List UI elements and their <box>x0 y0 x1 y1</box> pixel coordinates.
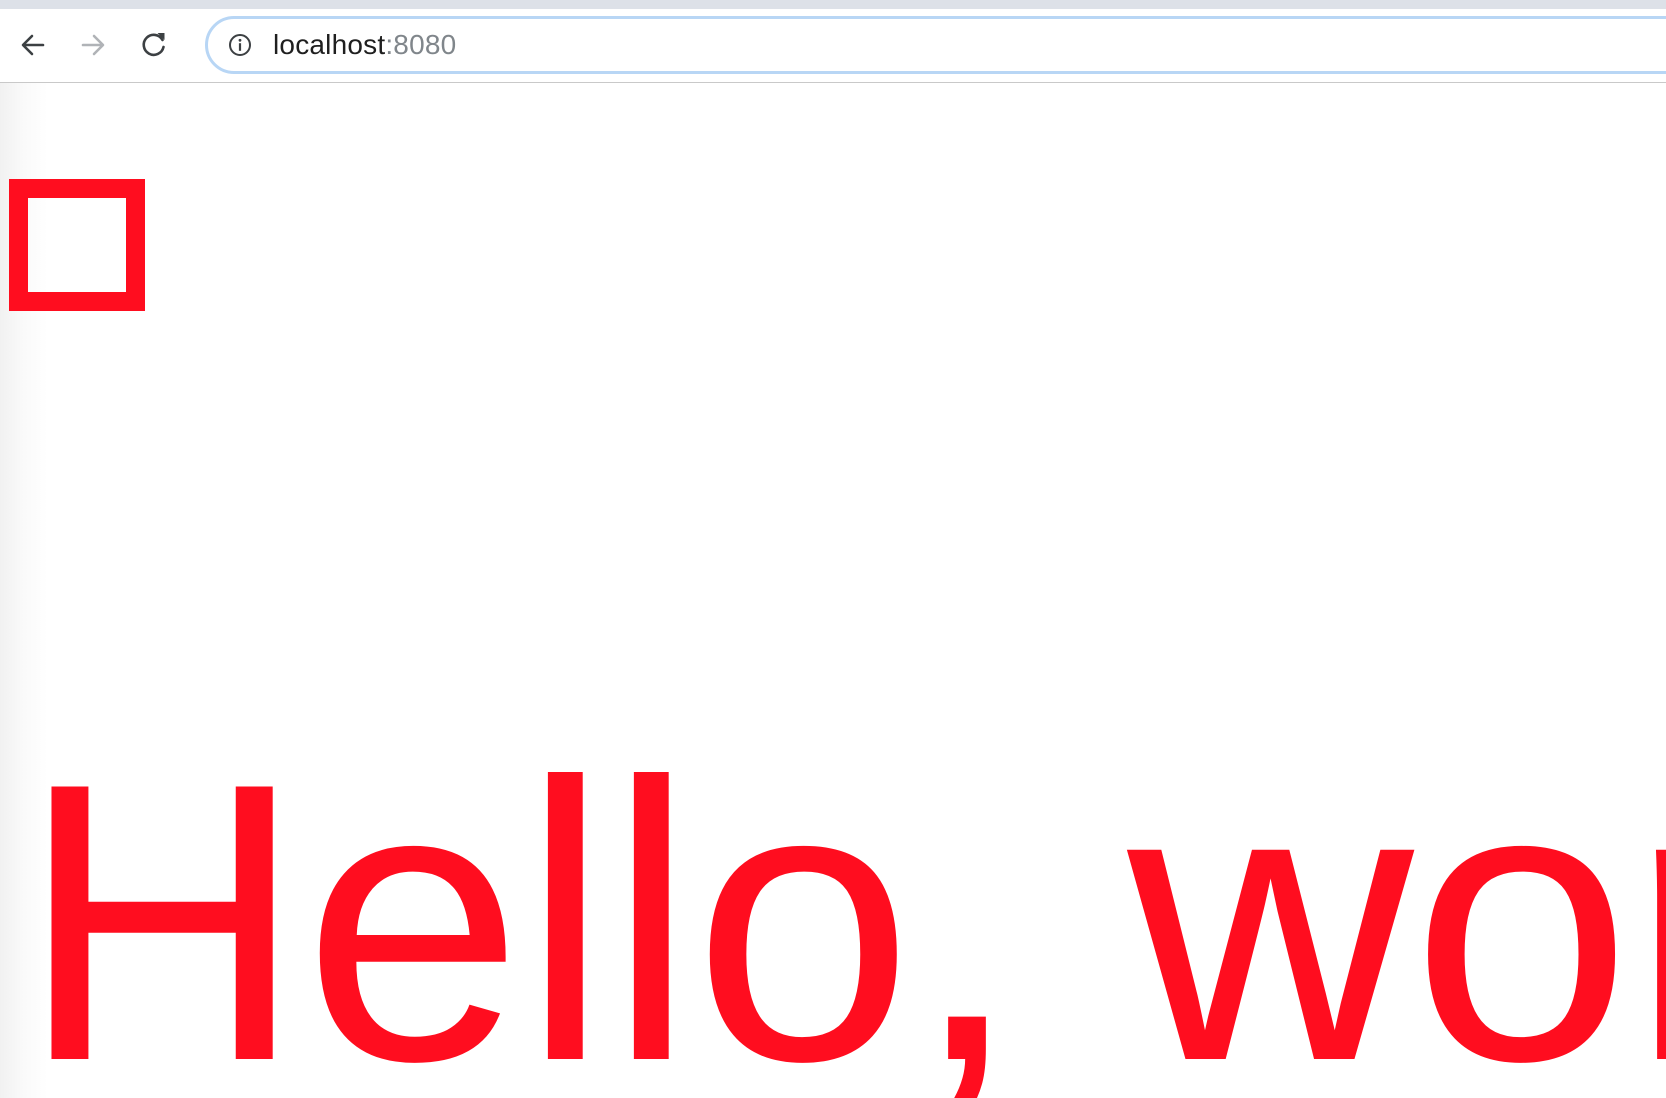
url-host: localhost <box>273 29 386 60</box>
red-square-outline <box>9 179 145 311</box>
info-icon[interactable] <box>228 33 252 57</box>
browser-toolbar: localhost:8080 <box>0 9 1666 83</box>
forward-button[interactable] <box>75 27 111 63</box>
url-text[interactable]: localhost:8080 <box>273 28 456 62</box>
browser-tab-strip <box>0 0 1666 9</box>
hello-heading: Hello, world <box>19 701 1666 1098</box>
address-bar[interactable]: localhost:8080 <box>205 16 1666 74</box>
page-viewport: Hello, world <box>0 83 1666 1098</box>
reload-icon <box>142 33 165 57</box>
back-arrow-icon <box>21 34 45 56</box>
forward-arrow-icon <box>81 34 105 56</box>
url-port: :8080 <box>385 29 457 60</box>
reload-button[interactable] <box>136 27 172 63</box>
back-button[interactable] <box>15 27 51 63</box>
